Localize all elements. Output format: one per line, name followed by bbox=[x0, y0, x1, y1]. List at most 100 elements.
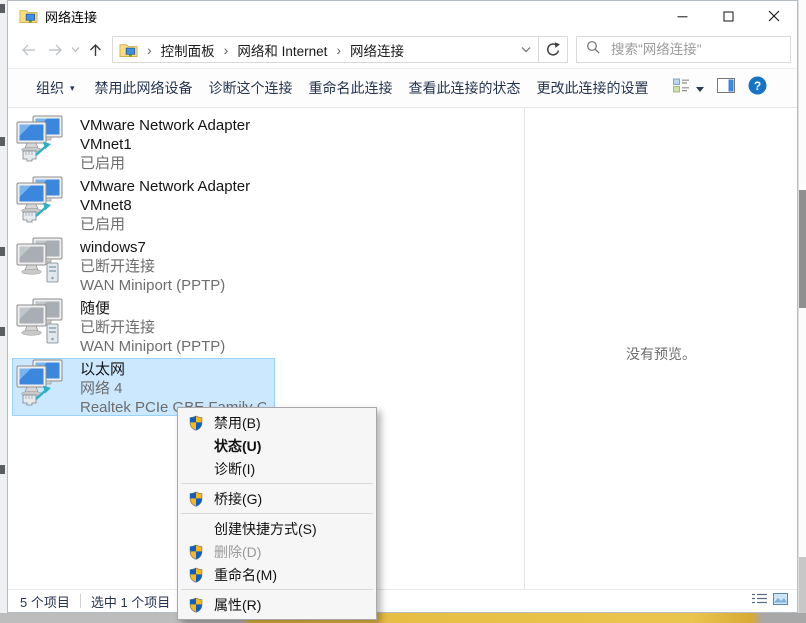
search-box[interactable] bbox=[576, 36, 791, 63]
menu-item-label: 创建快捷方式(S) bbox=[214, 519, 317, 539]
menu-item-diagnose[interactable]: 诊断(I) bbox=[180, 457, 374, 480]
menu-item-bridge[interactable]: 桥接(G) bbox=[180, 487, 374, 510]
adapter-name: 随便 bbox=[80, 299, 260, 318]
desktop-icon-fragment bbox=[0, 4, 5, 13]
command-toolbar: 组织 ▾ 禁用此网络设备诊断这个连接重命名此连接查看此连接的状态更改此连接的设置… bbox=[8, 68, 797, 108]
up-button[interactable] bbox=[82, 37, 108, 63]
breadcrumb-separator-icon[interactable]: › bbox=[222, 42, 231, 58]
adapter-detail: 已启用 bbox=[80, 154, 266, 172]
desktop-edge-bottom bbox=[0, 613, 806, 623]
menu-separator bbox=[181, 483, 373, 484]
no-preview-text: 没有预览。 bbox=[626, 344, 696, 589]
minimize-button[interactable] bbox=[659, 1, 705, 31]
search-input[interactable] bbox=[609, 41, 763, 58]
forward-button[interactable] bbox=[42, 37, 68, 63]
network-connections-icon bbox=[119, 42, 139, 58]
adapter-name: VMware Network Adapter VMnet8 bbox=[80, 177, 260, 215]
navigation-bar: ›控制面板›网络和 Internet›网络连接 bbox=[8, 31, 797, 68]
change-view-button[interactable] bbox=[673, 78, 704, 98]
menu-item-label: 禁用(B) bbox=[214, 413, 261, 433]
breadcrumb-item-0[interactable]: 控制面板 bbox=[154, 40, 222, 60]
menu-item-disable[interactable]: 禁用(B) bbox=[180, 411, 374, 434]
back-button[interactable] bbox=[16, 37, 42, 63]
caption-buttons bbox=[659, 1, 797, 31]
menu-item-label: 重命名(M) bbox=[214, 565, 277, 585]
history-chevron-icon[interactable] bbox=[68, 37, 82, 63]
menu-icon-spacer bbox=[188, 461, 204, 477]
uac-shield-icon bbox=[188, 544, 204, 560]
adapter-name: 以太网 bbox=[80, 360, 260, 379]
adapter-item-windows7[interactable]: windows7已断开连接WAN Miniport (PPTP) bbox=[12, 236, 275, 294]
desktop-icon-fragment bbox=[0, 247, 5, 256]
menu-item-label: 桥接(G) bbox=[214, 489, 262, 509]
adapter-detail: WAN Miniport (PPTP) bbox=[80, 276, 266, 294]
adapter-item-vmnet1[interactable]: VMware Network Adapter VMnet1已启用 bbox=[12, 114, 275, 172]
refresh-button[interactable] bbox=[539, 37, 567, 62]
file-list-area: VMware Network Adapter VMnet1已启用 VMware … bbox=[8, 108, 797, 589]
breadcrumb-separator-icon[interactable]: › bbox=[145, 42, 154, 58]
help-button[interactable]: ? bbox=[748, 76, 767, 100]
window-title: 网络连接 bbox=[45, 7, 97, 26]
context-menu: 禁用(B)状态(U)诊断(I) 桥接(G) 创建快捷方式(S) 删除(D) 重命名… bbox=[177, 407, 377, 620]
dropdown-caret-icon: ▾ bbox=[70, 83, 75, 94]
adapter-name: VMware Network Adapter VMnet1 bbox=[80, 116, 260, 154]
organize-button[interactable]: 组织 ▾ bbox=[36, 78, 75, 98]
menu-item-rename[interactable]: 重命名(M) bbox=[180, 563, 374, 586]
organize-label: 组织 bbox=[36, 78, 64, 98]
menu-item-label: 诊断(I) bbox=[214, 459, 255, 479]
desktop: 网络连接 ›控制面板›网络和 Internet›网络连接 bbox=[0, 0, 806, 623]
adapter-enabled-icon bbox=[16, 176, 66, 224]
preview-pane-button[interactable] bbox=[717, 78, 735, 98]
desktop-icon-fragment bbox=[0, 465, 5, 474]
toolbar-command-1[interactable]: 诊断这个连接 bbox=[209, 78, 293, 98]
adapter-text: windows7已断开连接WAN Miniport (PPTP) bbox=[80, 237, 266, 294]
menu-item-properties[interactable]: 属性(R) bbox=[180, 593, 374, 616]
breadcrumb-separator-icon[interactable]: › bbox=[334, 42, 343, 58]
status-divider bbox=[80, 594, 81, 608]
adapter-disabled-icon bbox=[16, 237, 66, 285]
view-tiles-icon bbox=[673, 78, 690, 98]
uac-shield-icon bbox=[188, 544, 204, 560]
selected-count: 选中 1 个项目 bbox=[91, 592, 170, 611]
adapter-detail: 已断开连接 bbox=[80, 318, 266, 337]
maximize-button[interactable] bbox=[705, 1, 751, 31]
address-dropdown-chevron-icon[interactable] bbox=[514, 46, 538, 53]
menu-item-create-shortcut[interactable]: 创建快捷方式(S) bbox=[180, 517, 374, 540]
toolbar-command-4[interactable]: 更改此连接的设置 bbox=[537, 78, 649, 98]
menu-icon-spacer bbox=[188, 438, 204, 454]
uac-shield-icon bbox=[188, 415, 204, 431]
menu-item-status[interactable]: 状态(U) bbox=[180, 434, 374, 457]
toolbar-command-2[interactable]: 重命名此连接 bbox=[309, 78, 393, 98]
uac-shield-icon bbox=[188, 567, 204, 583]
breadcrumb: ›控制面板›网络和 Internet›网络连接 bbox=[145, 40, 514, 60]
network-connections-icon bbox=[19, 8, 39, 24]
breadcrumb-item-1[interactable]: 网络和 Internet bbox=[230, 40, 334, 60]
desktop-edge-left bbox=[0, 0, 7, 613]
address-bar[interactable]: ›控制面板›网络和 Internet›网络连接 bbox=[112, 36, 568, 63]
adapter-detail: 已断开连接 bbox=[80, 257, 266, 276]
uac-shield-icon bbox=[188, 491, 204, 507]
menu-item-delete: 删除(D) bbox=[180, 540, 374, 563]
adapter-enabled-icon bbox=[16, 359, 66, 407]
toolbar-commands: 禁用此网络设备诊断这个连接重命名此连接查看此连接的状态更改此连接的设置 bbox=[95, 78, 665, 98]
toolbar-command-3[interactable]: 查看此连接的状态 bbox=[409, 78, 521, 98]
large-icons-view-button[interactable] bbox=[773, 592, 788, 610]
network-connections-window: 网络连接 ›控制面板›网络和 Internet›网络连接 bbox=[7, 0, 798, 613]
desktop-edge-right bbox=[798, 0, 806, 613]
adapter-name: windows7 bbox=[80, 238, 260, 257]
uac-shield-icon bbox=[188, 597, 204, 613]
breadcrumb-item-2[interactable]: 网络连接 bbox=[343, 40, 411, 60]
adapter-item-vmnet8[interactable]: VMware Network Adapter VMnet8已启用 bbox=[12, 175, 275, 233]
toolbar-command-0[interactable]: 禁用此网络设备 bbox=[95, 78, 193, 98]
adapter-enabled-icon bbox=[16, 115, 66, 163]
items-count: 5 个项目 bbox=[20, 592, 70, 611]
adapter-item-suibian[interactable]: 随便已断开连接WAN Miniport (PPTP) bbox=[12, 297, 275, 355]
adapter-text: VMware Network Adapter VMnet1已启用 bbox=[80, 115, 266, 172]
uac-shield-icon bbox=[188, 597, 204, 613]
close-button[interactable] bbox=[751, 1, 797, 31]
titlebar: 网络连接 bbox=[8, 1, 797, 31]
adapter-detail: 网络 4 bbox=[80, 379, 266, 398]
details-view-button[interactable] bbox=[752, 592, 767, 610]
svg-text:?: ? bbox=[754, 79, 761, 93]
statusbar-view-buttons bbox=[752, 592, 788, 610]
